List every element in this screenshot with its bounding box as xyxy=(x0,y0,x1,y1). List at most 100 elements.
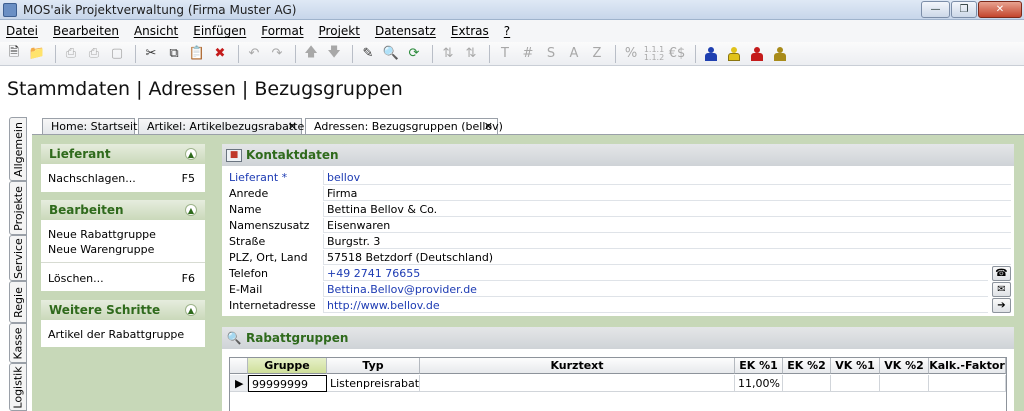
sort-ascending-button[interactable]: ⇅ xyxy=(438,44,458,64)
tab-artikelbezugsrabatte[interactable]: Artikel: Artikelbezugsrabatte ✕ xyxy=(138,118,304,135)
maximize-button[interactable]: ❐ xyxy=(951,1,977,18)
neue-warengruppe-link[interactable]: Neue Warengruppe xyxy=(48,243,154,256)
menu-projekt[interactable]: Projekt xyxy=(319,24,360,38)
menu-help[interactable]: ? xyxy=(504,24,510,38)
collapse-icon[interactable]: ▲ xyxy=(185,304,197,316)
column-vk2[interactable]: VK %2 xyxy=(880,358,929,374)
phone-call-button[interactable]: ☎ xyxy=(992,266,1011,281)
cell-vk2[interactable] xyxy=(880,375,929,392)
document-tabs: Home: Startseite Artikel: Artikelbezugsr… xyxy=(32,118,1024,136)
collapse-icon[interactable]: ▲ xyxy=(185,148,197,160)
side-tab-allgemein[interactable]: Allgemein xyxy=(9,117,27,181)
anrede-value: Firma xyxy=(323,186,1011,201)
loeschen-link[interactable]: Löschen... xyxy=(48,272,104,285)
phone-icon: ☎ xyxy=(995,268,1008,279)
column-ek2[interactable]: EK %2 xyxy=(783,358,831,374)
search-button[interactable]: 🔍 xyxy=(381,44,401,64)
column-gruppe[interactable]: Gruppe xyxy=(248,358,327,374)
undo-button[interactable]: ↶ xyxy=(244,44,264,64)
user-blue-button[interactable] xyxy=(701,44,721,64)
currency-button[interactable]: €$ xyxy=(667,44,687,64)
redo-button[interactable]: ↷ xyxy=(267,44,287,64)
copy-button[interactable]: ⧉ xyxy=(164,44,184,64)
column-typ[interactable]: Typ xyxy=(327,358,420,374)
cell-gruppe[interactable]: 99999999 xyxy=(248,375,327,392)
menu-format[interactable]: Format xyxy=(261,24,303,38)
side-tab-regie[interactable]: Regie xyxy=(9,281,27,323)
panel-weitere-schritte: Weitere Schritte ▲ Artikel der Rabattgrup… xyxy=(41,300,205,347)
print-preview-button[interactable]: ⎙ xyxy=(84,44,104,64)
new-document-icon: 🗎 xyxy=(8,44,20,60)
telefon-value[interactable]: +49 2741 76655 xyxy=(323,266,988,281)
panel-header[interactable]: Lieferant ▲ xyxy=(41,144,205,164)
cut-button[interactable]: ✂ xyxy=(141,44,161,64)
cell-vk1[interactable] xyxy=(831,375,880,392)
cell-kalk-faktor[interactable] xyxy=(929,375,1006,392)
arrow-up-icon: 🡅 xyxy=(304,44,318,60)
percent-button[interactable]: % xyxy=(621,44,641,64)
z-button[interactable]: Z xyxy=(587,44,607,64)
open-button[interactable]: 📁 xyxy=(27,44,47,64)
menu-datei[interactable]: Datei xyxy=(6,24,38,38)
cell-ek2[interactable] xyxy=(783,375,831,392)
cell-kurztext[interactable] xyxy=(420,375,735,392)
column-vk1[interactable]: VK %1 xyxy=(831,358,880,374)
cell-typ[interactable]: Listenpreisrabatt xyxy=(327,375,420,392)
number-button[interactable]: # xyxy=(518,44,538,64)
menu-datensatz[interactable]: Datensatz xyxy=(375,24,436,38)
edit-button[interactable]: ✎ xyxy=(358,44,378,64)
user-gold-button[interactable] xyxy=(770,44,790,64)
menu-extras[interactable]: Extras xyxy=(451,24,489,38)
side-tab-logistik[interactable]: Logistik xyxy=(9,363,27,411)
new-document-button[interactable]: 🗎 xyxy=(4,44,24,64)
email-value[interactable]: Bettina.Bellov@provider.de xyxy=(323,282,988,297)
menu-ansicht[interactable]: Ansicht xyxy=(134,24,178,38)
restore-icon: ❐ xyxy=(959,4,969,15)
refresh-button[interactable]: ⟳ xyxy=(404,44,424,64)
move-down-button[interactable]: 🡇 xyxy=(324,44,344,64)
print-button[interactable]: ⎙ xyxy=(61,44,81,64)
row-indicator[interactable]: ▶ xyxy=(230,375,248,392)
minimize-button[interactable]: — xyxy=(921,1,950,18)
side-tab-kasse[interactable]: Kasse xyxy=(9,323,27,363)
panel-header[interactable]: Bearbeiten ▲ xyxy=(41,200,205,220)
nachschlagen-link[interactable]: Nachschlagen... xyxy=(48,172,136,185)
field-telefon: Telefon +49 2741 76655 ☎ xyxy=(222,266,1014,282)
tab-home[interactable]: Home: Startseite xyxy=(42,118,144,135)
toolbar-separator xyxy=(238,44,239,63)
sort-descending-button[interactable]: ⇅ xyxy=(461,44,481,64)
column-ek1[interactable]: EK %1 xyxy=(735,358,783,374)
lieferant-value[interactable]: bellov xyxy=(323,170,1011,185)
paste-button[interactable]: 📋 xyxy=(187,44,207,64)
internetadresse-value[interactable]: http://www.bellov.de xyxy=(323,298,988,313)
copy-icon: ⧉ xyxy=(169,46,179,61)
panel-header[interactable]: Weitere Schritte ▲ xyxy=(41,300,205,320)
undo-icon: ↶ xyxy=(248,46,260,61)
a-button[interactable]: A xyxy=(564,44,584,64)
close-window-button[interactable]: ✕ xyxy=(978,1,1022,18)
cell-ek1[interactable]: 11,00% xyxy=(735,375,783,392)
menu-bearbeiten[interactable]: Bearbeiten xyxy=(53,24,119,38)
menu-einfuegen[interactable]: Einfügen xyxy=(193,24,246,38)
side-tab-projekte[interactable]: Projekte xyxy=(9,181,27,235)
user-yellow-button[interactable] xyxy=(724,44,744,64)
collapse-icon[interactable]: ▲ xyxy=(185,204,197,216)
numbering-button[interactable]: 1.1.1 1.1.2 xyxy=(644,44,664,64)
kontaktdaten-section: ■ Kontaktdaten Lieferant * bellov Anrede Fi… xyxy=(222,144,1014,316)
preview-button[interactable]: ▢ xyxy=(107,44,127,64)
refresh-icon: ⟳ xyxy=(408,46,420,61)
user-red-button[interactable] xyxy=(747,44,767,64)
send-email-button[interactable]: ✉ xyxy=(992,282,1011,297)
column-kurztext[interactable]: Kurztext xyxy=(420,358,735,374)
artikel-der-rabattgruppe-link[interactable]: Artikel der Rabattgruppe xyxy=(48,328,184,341)
open-website-button[interactable]: ➔ xyxy=(992,298,1011,313)
delete-button[interactable]: ✖ xyxy=(210,44,230,64)
text-button[interactable]: T xyxy=(495,44,515,64)
move-up-button[interactable]: 🡅 xyxy=(301,44,321,64)
close-tab-icon[interactable]: ✕ xyxy=(288,120,297,133)
neue-rabattgruppe-link[interactable]: Neue Rabattgruppe xyxy=(48,228,156,241)
close-tab-icon[interactable]: ✕ xyxy=(484,120,493,133)
s-button[interactable]: S xyxy=(541,44,561,64)
side-tab-service[interactable]: Service xyxy=(9,235,27,281)
column-kalk-faktor[interactable]: Kalk.-Faktor xyxy=(929,358,1006,374)
